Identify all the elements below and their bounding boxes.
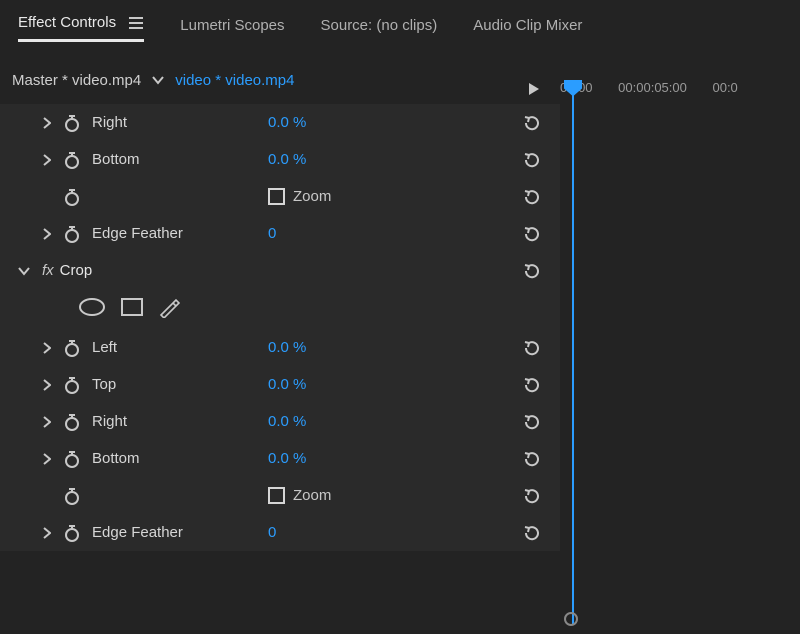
tab-lumetri-scopes[interactable]: Lumetri Scopes [180,17,284,42]
reset-icon[interactable] [522,339,542,357]
reset-icon[interactable] [522,151,542,169]
pen-mask-icon[interactable] [158,296,180,322]
property-row-edge-feather: Edge Feather 0 [0,215,560,252]
stopwatch-icon[interactable] [62,376,82,394]
effect-header-crop[interactable]: fx Crop [0,252,560,289]
property-value[interactable]: 0.0 % [268,413,306,430]
chevron-down-icon[interactable] [151,72,165,89]
panel-tabbar: Effect Controls Lumetri Scopes Source: (… [0,0,800,42]
property-value[interactable]: 0.0 % [268,151,306,168]
expand-icon[interactable] [40,416,54,428]
rectangle-mask-icon[interactable] [120,297,144,321]
expand-icon[interactable] [40,154,54,166]
time-tick: 00:00:05:00 [618,80,687,95]
tab-label: Source: (no clips) [321,17,438,34]
property-value[interactable]: 0 [268,524,276,541]
expand-icon[interactable] [40,527,54,539]
effect-name: Crop [60,262,93,279]
reset-icon[interactable] [522,188,542,206]
property-row-crop-top: Top 0.0 % [0,366,560,403]
property-value[interactable]: 0 [268,225,276,242]
stopwatch-icon[interactable] [62,188,82,206]
property-label: Right [92,413,127,430]
tab-audio-clip-mixer[interactable]: Audio Clip Mixer [473,17,582,42]
property-label: Bottom [92,450,140,467]
property-row-zoom: Zoom [0,178,560,215]
reset-icon[interactable] [522,413,542,431]
reset-icon[interactable] [522,114,542,132]
property-value[interactable]: 0.0 % [268,450,306,467]
collapse-icon[interactable] [18,266,32,276]
playhead-line [572,94,574,624]
reset-icon[interactable] [522,376,542,394]
property-label: Edge Feather [92,225,183,242]
tab-effect-controls[interactable]: Effect Controls [18,14,144,42]
fx-badge[interactable]: fx [42,262,54,279]
reset-icon[interactable] [522,225,542,243]
property-row-crop-right: Right 0.0 % [0,403,560,440]
panel-menu-icon[interactable] [128,17,144,29]
property-label: Bottom [92,151,140,168]
tab-label: Lumetri Scopes [180,17,284,34]
reset-icon[interactable] [522,524,542,542]
reset-icon[interactable] [522,487,542,505]
play-toggle-icon[interactable] [528,82,540,100]
stopwatch-icon[interactable] [62,339,82,357]
property-row-crop-bottom: Bottom 0.0 % [0,440,560,477]
tab-label: Audio Clip Mixer [473,17,582,34]
stopwatch-icon[interactable] [62,413,82,431]
property-row-crop-left: Left 0.0 % [0,329,560,366]
zoom-checkbox[interactable]: Zoom [268,487,331,504]
property-label: Edge Feather [92,524,183,541]
stopwatch-icon[interactable] [62,225,82,243]
horizontal-scroll-thumb[interactable] [564,612,580,628]
stopwatch-icon[interactable] [62,114,82,132]
property-row-crop-zoom: Zoom [0,477,560,514]
tab-label: Effect Controls [18,14,116,31]
reset-icon[interactable] [522,262,542,280]
stopwatch-icon[interactable] [62,524,82,542]
ellipse-mask-icon[interactable] [78,297,106,321]
effect-properties-panel: Right 0.0 % Bottom 0.0 % Zoom Edge Feath… [0,104,560,551]
stopwatch-icon[interactable] [62,450,82,468]
zoom-label: Zoom [293,188,331,205]
tab-source[interactable]: Source: (no clips) [321,17,438,42]
stopwatch-icon[interactable] [62,487,82,505]
time-tick: 00:0 [712,80,737,95]
expand-icon[interactable] [40,117,54,129]
checkbox-icon[interactable] [268,487,285,504]
expand-icon[interactable] [40,379,54,391]
property-value[interactable]: 0.0 % [268,339,306,356]
master-clip-name[interactable]: Master * video.mp4 [12,72,141,89]
property-value[interactable]: 0.0 % [268,376,306,393]
zoom-label: Zoom [293,487,331,504]
property-row-bottom: Bottom 0.0 % [0,141,560,178]
property-label: Right [92,114,127,131]
property-row-crop-feather: Edge Feather 0 [0,514,560,551]
property-row-right: Right 0.0 % [0,104,560,141]
stopwatch-icon[interactable] [62,151,82,169]
timeline-ruler[interactable]: 00:00 00:00:05:00 00:0 [560,80,800,104]
playhead-handle-icon[interactable] [564,80,582,94]
expand-icon[interactable] [40,342,54,354]
mask-tools-row [0,289,560,329]
property-label: Left [92,339,117,356]
zoom-checkbox[interactable]: Zoom [268,188,331,205]
expand-icon[interactable] [40,453,54,465]
reset-icon[interactable] [522,450,542,468]
expand-icon[interactable] [40,228,54,240]
property-value[interactable]: 0.0 % [268,114,306,131]
property-label: Top [92,376,116,393]
sequence-clip-name[interactable]: video * video.mp4 [175,72,294,89]
checkbox-icon[interactable] [268,188,285,205]
